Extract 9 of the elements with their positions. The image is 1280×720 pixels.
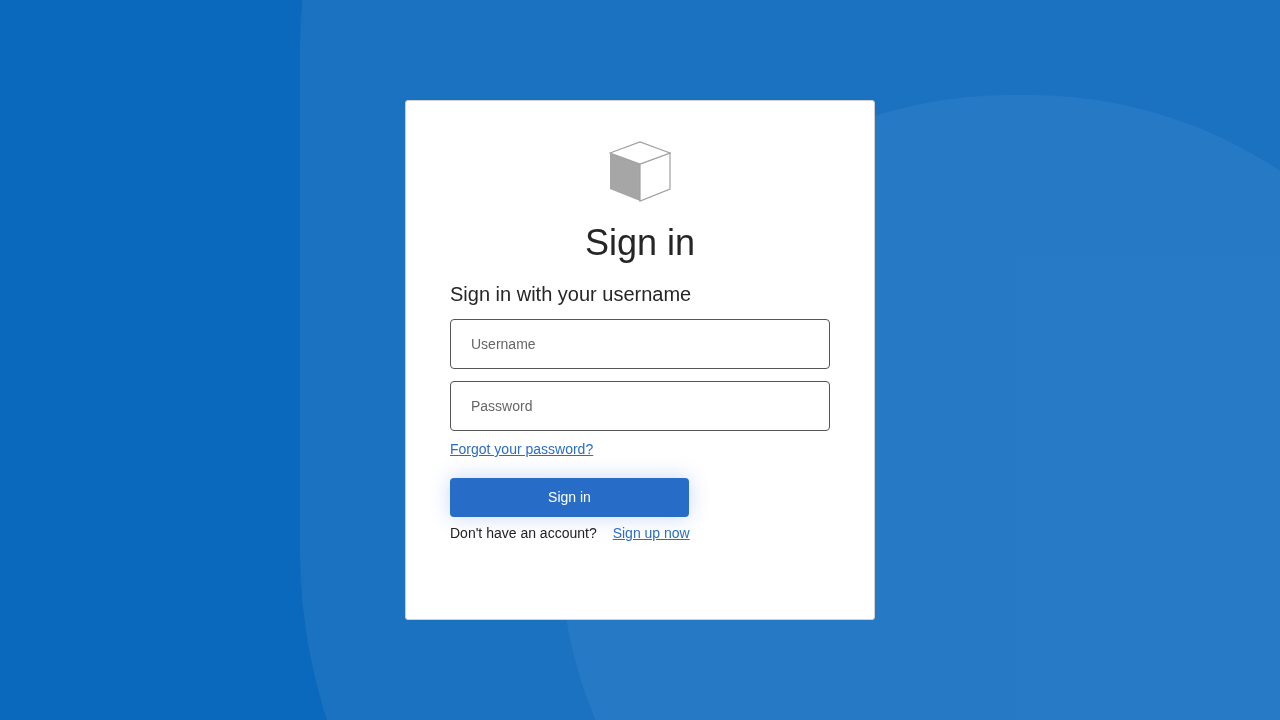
form-subtitle: Sign in with your username bbox=[450, 282, 693, 307]
signup-prompt: Don't have an account? bbox=[450, 524, 597, 543]
sign-up-link[interactable]: Sign up now bbox=[612, 523, 690, 544]
cube-icon bbox=[609, 141, 671, 203]
sign-in-button[interactable]: Sign in bbox=[450, 478, 689, 517]
input-field[interactable]: Password bbox=[450, 381, 830, 431]
input-field[interactable]: Username bbox=[450, 319, 830, 369]
page-title: Sign in bbox=[584, 221, 696, 265]
forgot-password-link[interactable]: Forgot your password? bbox=[450, 439, 594, 460]
